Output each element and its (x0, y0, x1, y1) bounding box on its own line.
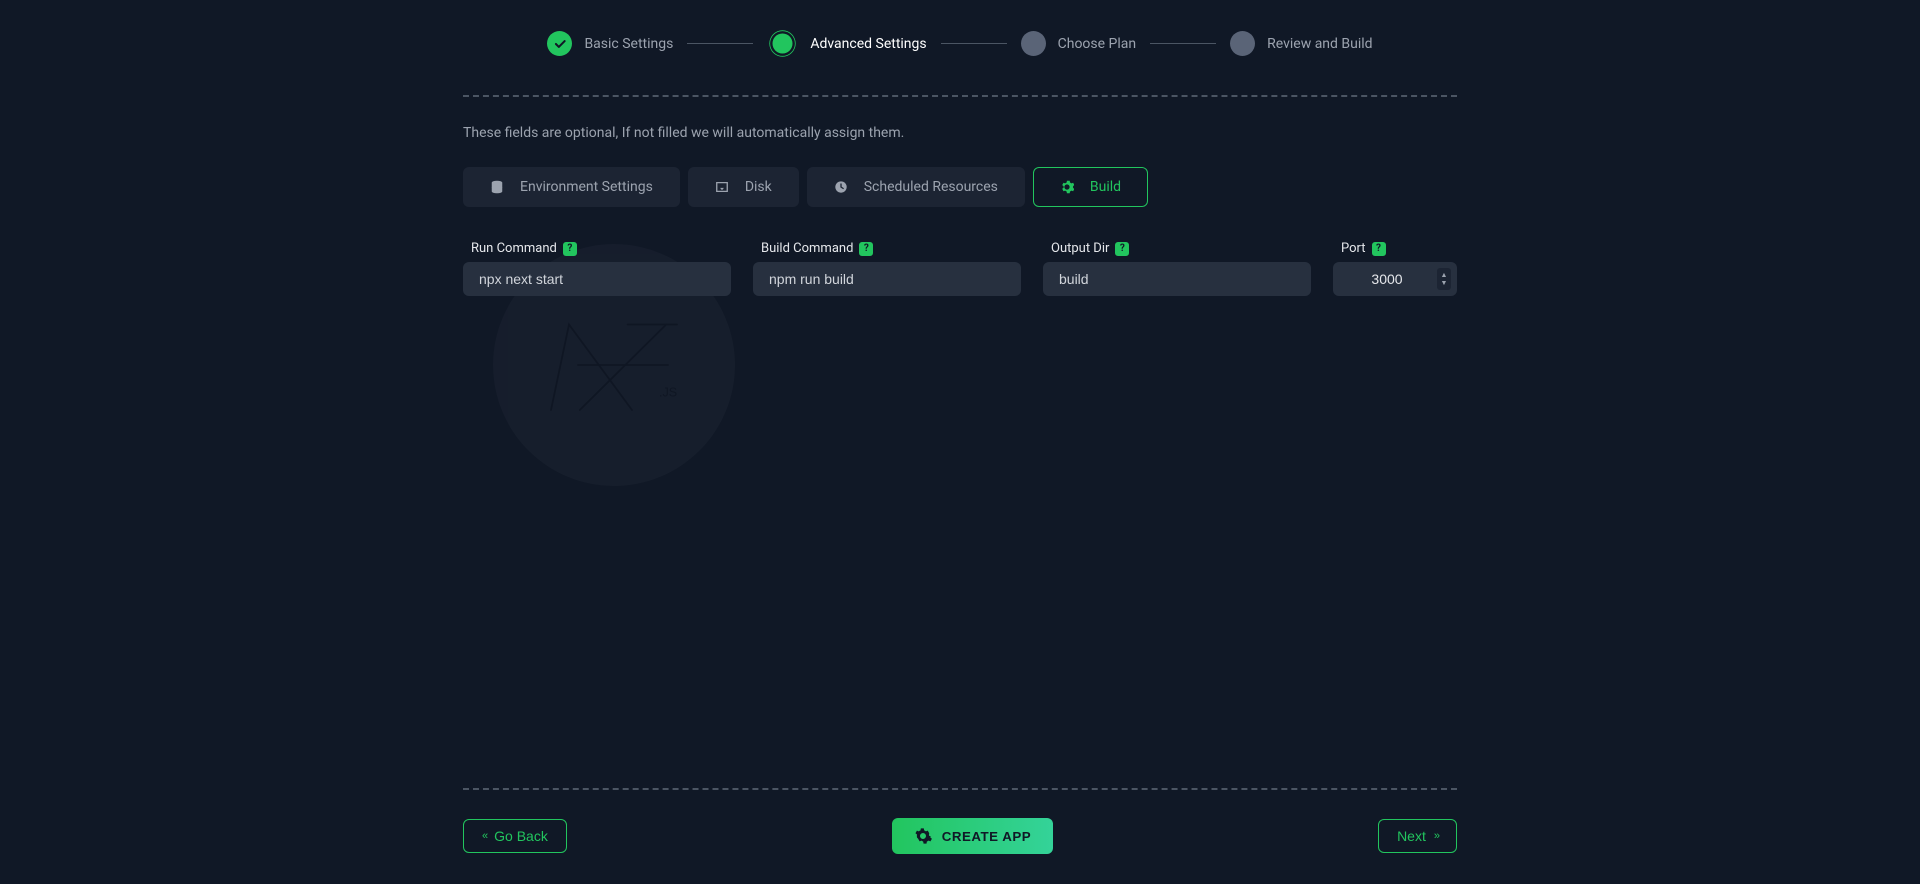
tab-scheduled-label: Scheduled Resources (864, 179, 998, 195)
footer-actions: « Go Back CREATE APP Next » (463, 818, 1457, 854)
build-command-input[interactable] (753, 262, 1021, 296)
step-active-indicator (773, 34, 793, 54)
tab-environment-label: Environment Settings (520, 179, 653, 195)
create-app-label: CREATE APP (942, 829, 1031, 844)
next-button[interactable]: Next » (1378, 819, 1457, 853)
inbox-icon (715, 180, 729, 194)
gear-icon (914, 827, 932, 845)
step-advanced[interactable]: Advanced Settings (767, 28, 926, 59)
tab-scheduled[interactable]: Scheduled Resources (807, 167, 1025, 207)
help-icon[interactable]: ? (1115, 242, 1129, 256)
port-label: Port (1341, 241, 1366, 256)
tab-environment[interactable]: Environment Settings (463, 167, 680, 207)
port-field: Port ? ▲ ▼ (1333, 241, 1457, 296)
step-basic[interactable]: Basic Settings (547, 31, 673, 56)
hint-text: These fields are optional, If not filled… (463, 125, 1457, 141)
step-pending-indicator (1230, 31, 1255, 56)
database-icon (490, 180, 504, 194)
build-command-label: Build Command (761, 241, 853, 256)
step-plan[interactable]: Choose Plan (1021, 31, 1137, 56)
build-command-field: Build Command ? (753, 241, 1021, 296)
output-dir-input[interactable] (1043, 262, 1311, 296)
svg-text:.JS: .JS (659, 386, 677, 400)
go-back-label: Go Back (494, 828, 548, 844)
tab-build[interactable]: Build (1033, 167, 1148, 207)
nextjs-logo-icon: .JS (524, 275, 704, 455)
number-stepper: ▲ ▼ (1437, 268, 1451, 290)
tab-disk-label: Disk (745, 179, 772, 195)
run-command-input[interactable] (463, 262, 731, 296)
step-review-label: Review and Build (1267, 36, 1372, 52)
output-dir-label: Output Dir (1051, 241, 1109, 256)
stepper-down-icon[interactable]: ▼ (1441, 279, 1448, 287)
step-connector (941, 43, 1007, 44)
run-command-field: Run Command ? (463, 241, 731, 296)
step-plan-label: Choose Plan (1058, 36, 1137, 52)
settings-tabs: Environment Settings Disk Scheduled Reso… (463, 167, 1457, 207)
output-dir-field: Output Dir ? (1043, 241, 1311, 296)
help-icon[interactable]: ? (1372, 242, 1386, 256)
tab-disk[interactable]: Disk (688, 167, 799, 207)
step-connector (687, 43, 753, 44)
help-icon[interactable]: ? (563, 242, 577, 256)
next-label: Next (1397, 828, 1426, 844)
chevron-left-icon: « (482, 830, 486, 842)
clock-icon (834, 180, 848, 194)
gear-icon (1060, 180, 1074, 194)
divider (463, 95, 1457, 97)
stepper-up-icon[interactable]: ▲ (1441, 271, 1448, 279)
build-form: Run Command ? Build Command ? Output Dir… (463, 241, 1457, 296)
go-back-button[interactable]: « Go Back (463, 819, 567, 853)
divider (463, 788, 1457, 790)
run-command-label: Run Command (471, 241, 557, 256)
check-icon (553, 37, 567, 51)
wizard-stepper: Basic Settings Advanced Settings Choose … (463, 28, 1457, 59)
create-app-button[interactable]: CREATE APP (892, 818, 1053, 854)
step-review[interactable]: Review and Build (1230, 31, 1372, 56)
step-advanced-label: Advanced Settings (810, 36, 926, 52)
step-connector (1150, 43, 1216, 44)
step-basic-label: Basic Settings (584, 36, 673, 52)
help-icon[interactable]: ? (859, 242, 873, 256)
tab-build-label: Build (1090, 179, 1121, 195)
chevron-right-icon: » (1434, 830, 1438, 842)
step-done-indicator (547, 31, 572, 56)
step-pending-indicator (1021, 31, 1046, 56)
